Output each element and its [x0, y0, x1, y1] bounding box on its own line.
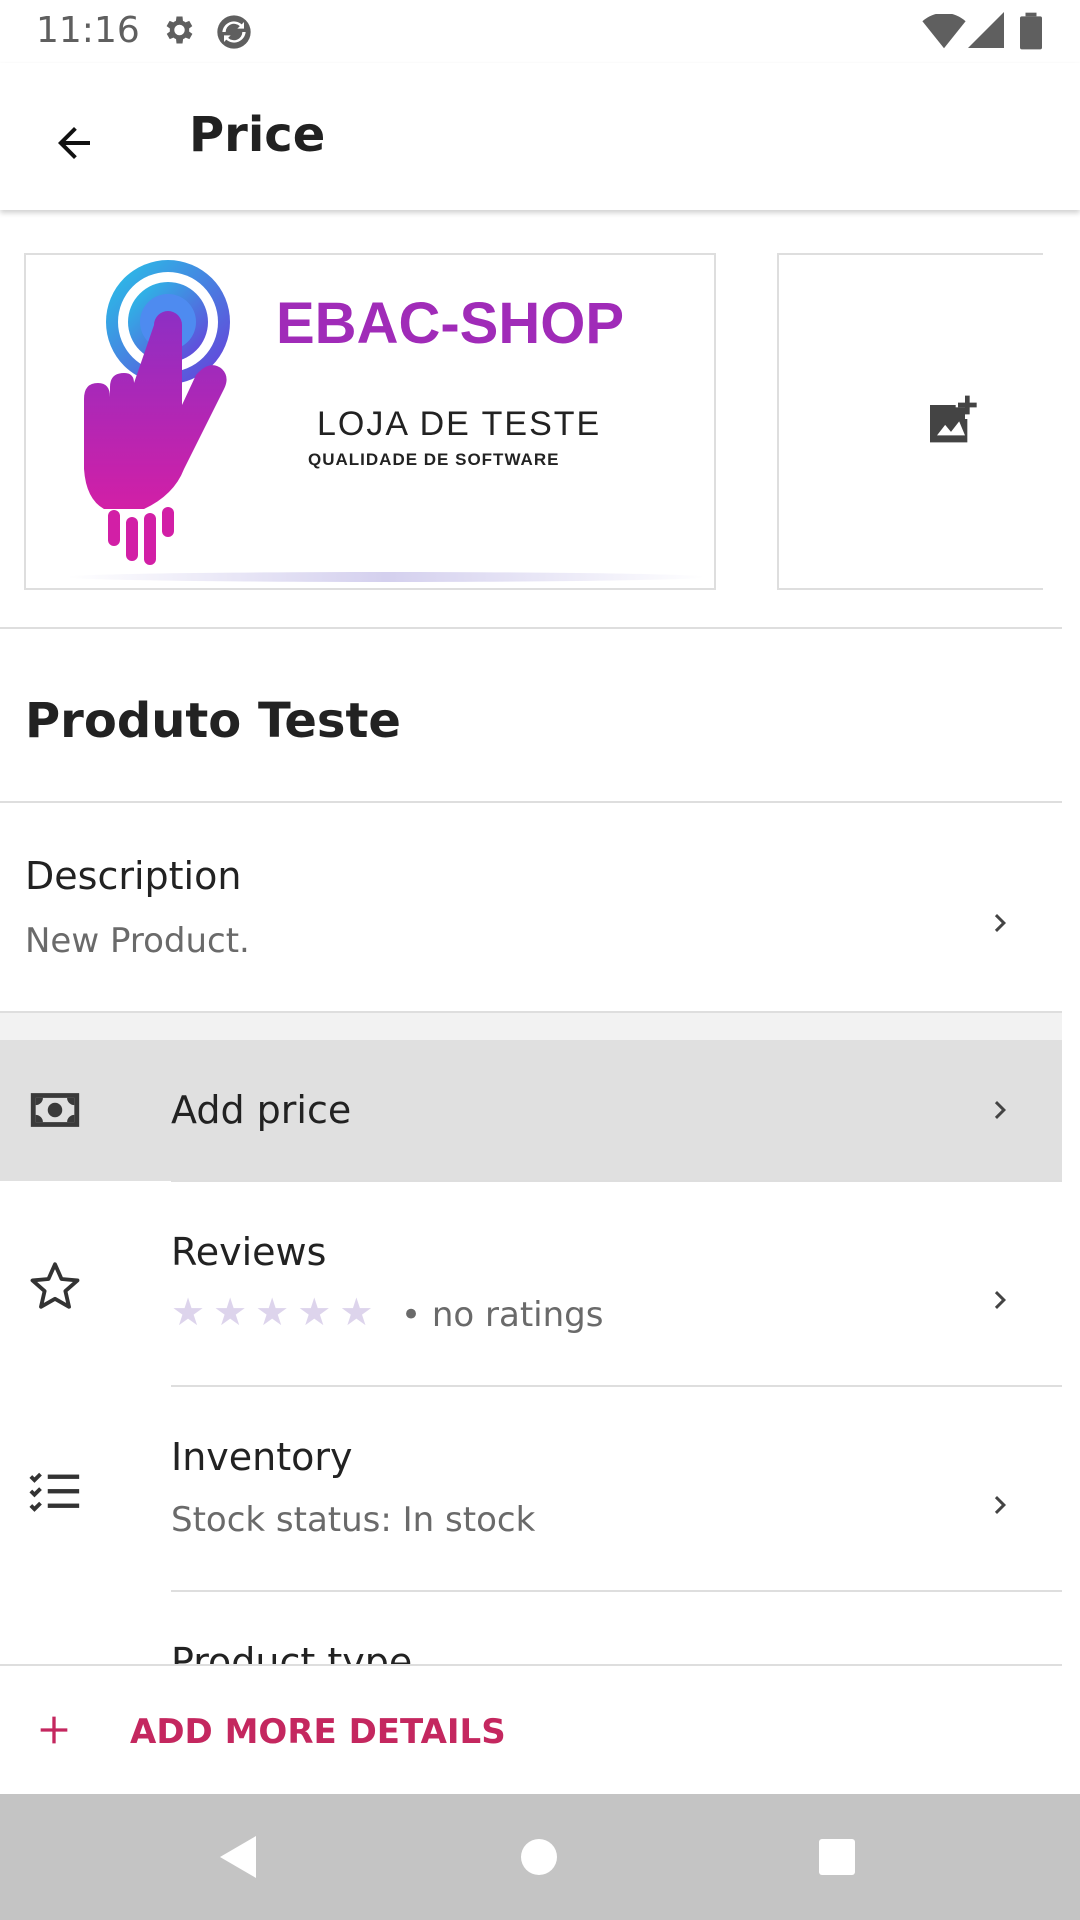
chevron-right-icon: [994, 914, 1006, 932]
inventory-row[interactable]: Inventory Stock status: In stock: [0, 1387, 1062, 1591]
product-name[interactable]: Produto Teste: [25, 693, 401, 749]
home-circle-icon[interactable]: [519, 1837, 559, 1877]
checklist-icon: [29, 1472, 80, 1512]
star-icon: ★: [213, 1290, 248, 1334]
status-time: 11:16: [36, 10, 140, 51]
inventory-value: Stock status: In stock: [171, 1500, 536, 1540]
chevron-right-icon: [994, 1291, 1006, 1309]
add-price-title: Add price: [171, 1088, 352, 1132]
inventory-title: Inventory: [171, 1435, 353, 1479]
signal-icon: [968, 12, 1004, 48]
logo-brand-text: EBAC-SHOP: [276, 291, 624, 356]
add-image-card[interactable]: [777, 253, 1043, 590]
reviews-title: Reviews: [171, 1230, 327, 1274]
back-button[interactable]: [36, 105, 112, 181]
product-type-row[interactable]: Product type: [0, 1592, 1062, 1666]
add-price-row[interactable]: Add price: [0, 1040, 1062, 1181]
add-more-details-button[interactable]: ADD MORE DETAILS: [0, 1666, 1062, 1794]
sync-icon: [217, 15, 251, 49]
star-icon: ★: [297, 1290, 332, 1334]
app-bar: Price: [0, 63, 1080, 210]
recents-square-icon[interactable]: [817, 1837, 857, 1877]
logo-line2-text: QUALIDADE DE SOFTWARE: [308, 450, 559, 469]
star-icon: ★: [339, 1290, 374, 1334]
divider: [0, 627, 1062, 629]
ebac-shop-logo: EBAC-SHOP LOJA DE TESTE QUALIDADE DE SOF…: [66, 260, 706, 582]
page-title: Price: [189, 107, 326, 163]
product-image[interactable]: EBAC-SHOP LOJA DE TESTE QUALIDADE DE SOF…: [24, 253, 716, 590]
logo-line1-text: LOJA DE TESTE: [317, 405, 601, 443]
navigation-bar: [0, 1794, 1080, 1920]
star-icon: ★: [171, 1290, 206, 1334]
money-icon: [30, 1093, 80, 1127]
add-photo-icon: [930, 395, 977, 443]
chevron-right-icon: [994, 1496, 1006, 1514]
rating-text: • no ratings: [401, 1295, 604, 1335]
description-title: Description: [25, 854, 242, 898]
battery-icon: [1020, 12, 1042, 50]
plus-icon: [40, 1716, 68, 1744]
star-icon: ★: [255, 1290, 290, 1334]
wifi-icon: [922, 14, 966, 49]
chevron-right-icon: [994, 1101, 1006, 1119]
star-outline-icon: [30, 1262, 80, 1309]
status-bar: 11:16: [0, 0, 1080, 63]
section-gap: [0, 1013, 1062, 1040]
gear-icon: [166, 16, 193, 44]
arrow-left-icon: [58, 127, 90, 159]
reviews-row[interactable]: Reviews ★ ★ ★ ★ ★ • no ratings: [0, 1182, 1062, 1386]
rating-stars: ★ ★ ★ ★ ★: [171, 1290, 381, 1334]
back-triangle-icon[interactable]: [216, 1834, 260, 1880]
add-more-details-label: ADD MORE DETAILS: [130, 1712, 506, 1752]
description-row[interactable]: Description New Product.: [0, 803, 1062, 1011]
description-value: New Product.: [25, 921, 250, 961]
product-type-title: Product type: [171, 1640, 413, 1666]
